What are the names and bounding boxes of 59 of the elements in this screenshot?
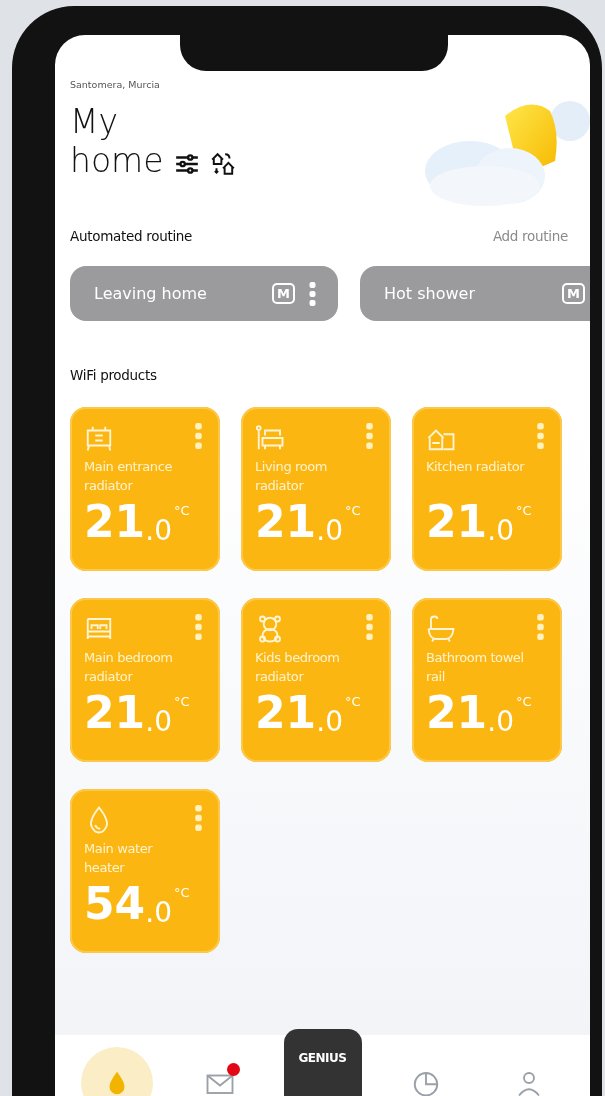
more-icon[interactable] bbox=[195, 614, 202, 640]
temperature-value: 21 bbox=[84, 688, 146, 738]
temperature-decimal: .0 bbox=[145, 708, 172, 736]
product-card[interactable]: Main bedroom radiator 21.0 °C bbox=[70, 598, 220, 762]
more-icon[interactable] bbox=[537, 614, 544, 640]
routine-label: Leaving home bbox=[94, 284, 208, 303]
temperature-value: 21 bbox=[255, 688, 317, 738]
product-name: Living room radiator bbox=[255, 458, 328, 495]
temperature-unit: °C bbox=[173, 503, 190, 518]
product-name: Main water heater bbox=[84, 840, 154, 877]
temperature-value: 54 bbox=[84, 879, 146, 929]
temperature-decimal: .0 bbox=[316, 517, 343, 545]
temperature-unit: °C bbox=[344, 694, 361, 709]
temperature-unit: °C bbox=[173, 885, 190, 900]
temperature-value: 21 bbox=[426, 497, 488, 547]
product-card[interactable]: Main water heater 54.0 °C bbox=[70, 789, 220, 953]
section-title: WiFi products bbox=[70, 367, 157, 383]
product-card[interactable]: Bathroom towel rail 21.0 °C bbox=[412, 598, 562, 762]
temperature-value: 21 bbox=[84, 497, 146, 547]
page-title: My bbox=[70, 102, 119, 141]
temperature-value: 21 bbox=[426, 688, 488, 738]
product-name: Main bedroom radiator bbox=[84, 649, 174, 686]
mode-badge: M bbox=[272, 283, 295, 304]
product-name: Kitchen radiator bbox=[426, 458, 526, 476]
genius-logo-text: GENIUS bbox=[298, 1051, 347, 1067]
temperature-decimal: .0 bbox=[145, 517, 172, 545]
temperature-unit: °C bbox=[515, 503, 532, 518]
temperature-decimal: .0 bbox=[487, 708, 514, 736]
switch-home-icon[interactable] bbox=[209, 150, 236, 177]
more-icon[interactable] bbox=[366, 423, 373, 449]
temperature-value: 21 bbox=[255, 497, 317, 547]
product-card[interactable]: Kids bedroom radiator 21.0 °C bbox=[241, 598, 391, 762]
genius-button[interactable]: GENIUS bbox=[283, 1029, 362, 1096]
add-routine-link[interactable]: Add routine bbox=[492, 228, 568, 244]
page-title: home bbox=[70, 141, 164, 180]
product-card[interactable]: Main entrance radiator 21.0 °C bbox=[70, 407, 220, 571]
more-icon[interactable] bbox=[195, 423, 202, 449]
temperature-unit: °C bbox=[344, 503, 361, 518]
section-title: Automated routine bbox=[70, 228, 193, 244]
product-name: Kids bedroom radiator bbox=[255, 649, 341, 686]
temperature-unit: °C bbox=[515, 694, 532, 709]
more-icon[interactable] bbox=[537, 423, 544, 449]
location-label: Santomera, Murcia bbox=[70, 79, 161, 90]
mode-badge: M bbox=[562, 283, 585, 304]
more-icon[interactable] bbox=[195, 805, 202, 831]
routine-chip[interactable]: Leaving home M bbox=[70, 266, 338, 321]
routine-label: Hot shower bbox=[384, 284, 476, 303]
temperature-decimal: .0 bbox=[487, 517, 514, 545]
product-name: Bathroom towel rail bbox=[426, 649, 525, 686]
temperature-decimal: .0 bbox=[316, 708, 343, 736]
more-icon[interactable] bbox=[309, 281, 316, 306]
product-name: Main entrance radiator bbox=[84, 458, 173, 495]
product-card[interactable]: Living room radiator 21.0 °C bbox=[241, 407, 391, 571]
routine-chip[interactable]: Hot shower M bbox=[360, 266, 590, 321]
temperature-decimal: .0 bbox=[145, 899, 172, 927]
temperature-unit: °C bbox=[173, 694, 190, 709]
product-card[interactable]: Kitchen radiator 21.0 °C bbox=[412, 407, 562, 571]
bathtub-icon bbox=[426, 614, 456, 644]
more-icon[interactable] bbox=[366, 614, 373, 640]
